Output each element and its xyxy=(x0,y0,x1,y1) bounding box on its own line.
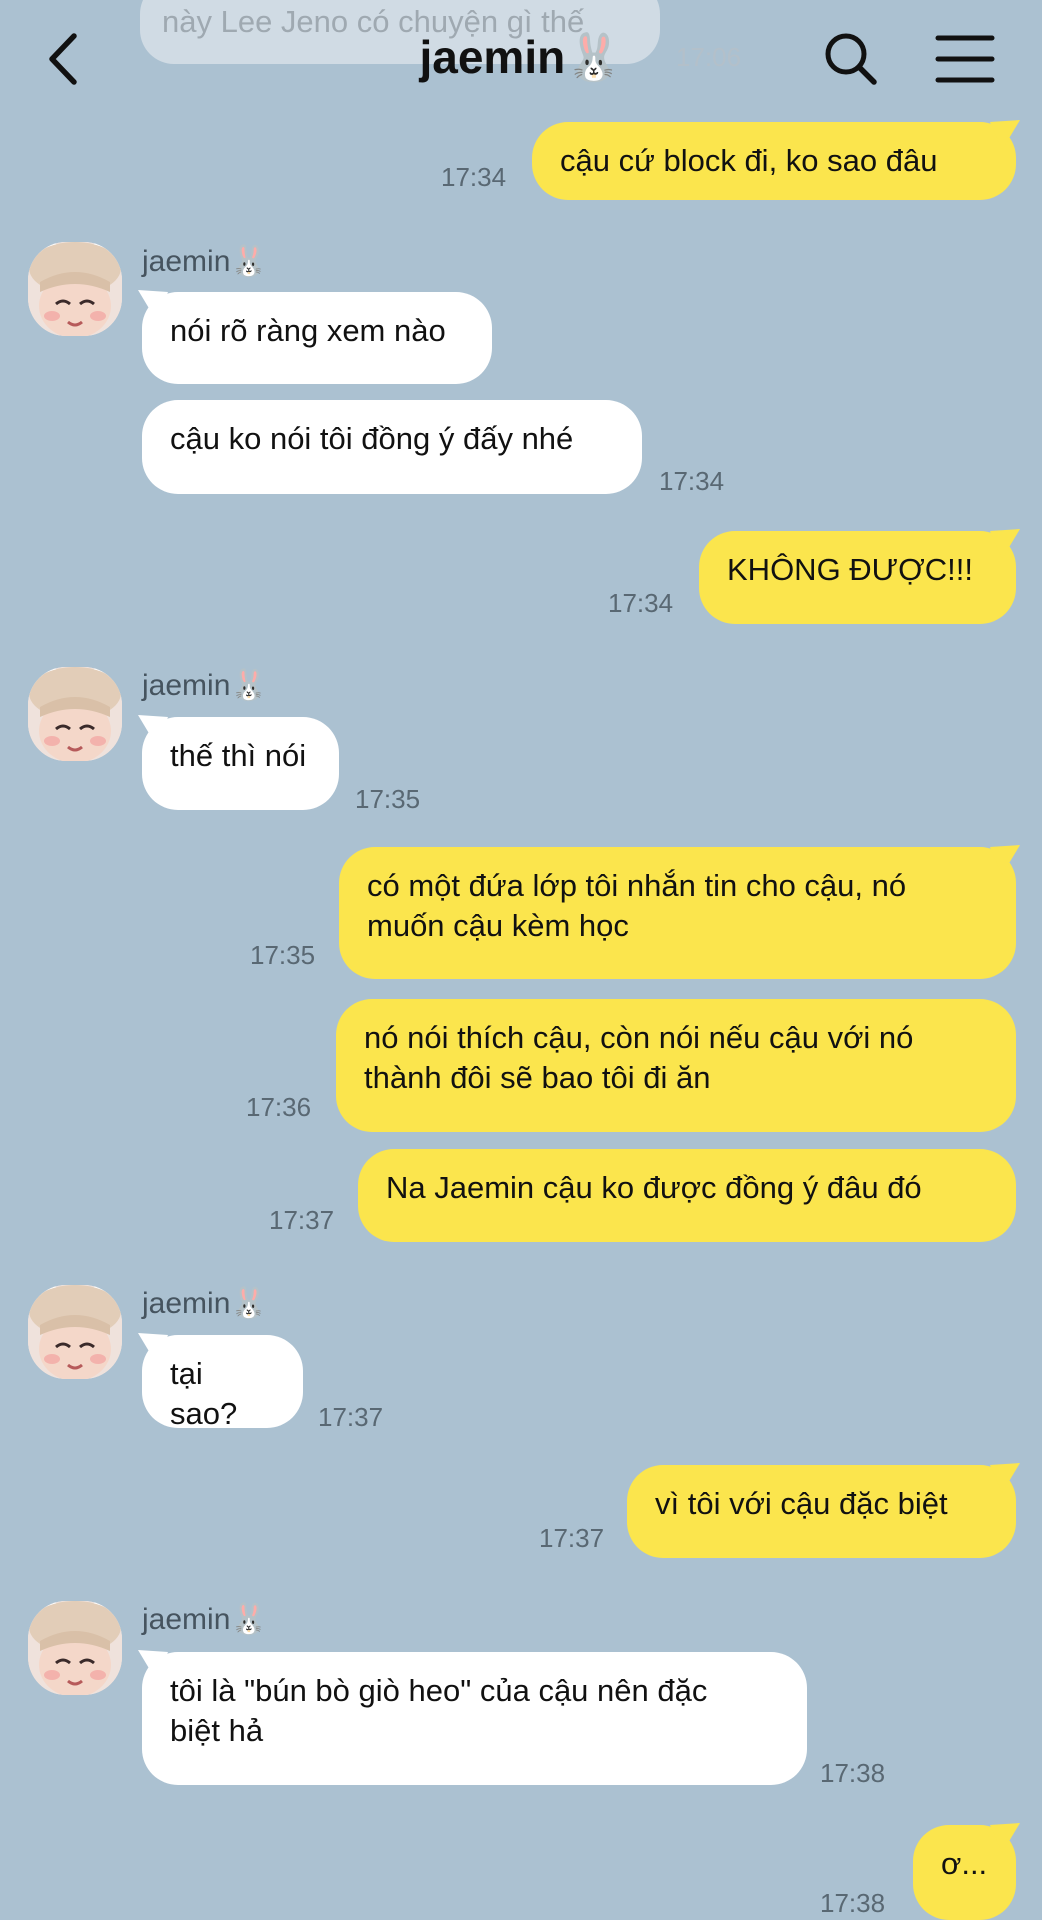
bubble-tail xyxy=(990,120,1020,150)
bubble-tail xyxy=(138,1650,168,1680)
bubble-tail xyxy=(990,1823,1020,1853)
bubble-tail xyxy=(990,529,1020,559)
outgoing-message-bubble[interactable]: nó nói thích cậu, còn nói nếu cậu với nó… xyxy=(336,999,1016,1132)
outgoing-message-bubble[interactable]: KHÔNG ĐƯỢC!!! xyxy=(699,531,1016,624)
sender-avatar[interactable] xyxy=(28,1285,122,1379)
message-timestamp: 17:34 xyxy=(441,162,507,192)
bubble-tail xyxy=(138,290,168,320)
sender-name: jaemin🐰 xyxy=(142,245,268,278)
incoming-message-bubble[interactable]: thế thì nói xyxy=(142,717,339,810)
sender-avatar[interactable] xyxy=(28,242,122,336)
bubble-tail xyxy=(138,715,168,745)
chat-area[interactable]: này Lee Jeno có chuyện gì thế 17:06 cậu … xyxy=(0,0,1042,1920)
top-bar: jaemin🐰 xyxy=(0,0,1042,118)
message-timestamp: 17:34 xyxy=(608,588,674,618)
chat-title: jaemin🐰 xyxy=(419,31,623,83)
message-timestamp: 17:37 xyxy=(539,1523,605,1553)
sender-name: jaemin🐰 xyxy=(142,669,268,702)
message-timestamp: 17:38 xyxy=(820,1758,886,1788)
sender-name: jaemin🐰 xyxy=(142,1603,268,1636)
message-timestamp: 17:38 xyxy=(820,1888,886,1918)
outgoing-message-bubble[interactable]: Na Jaemin cậu ko được đồng ý đâu đó xyxy=(358,1149,1016,1242)
hamburger-menu-icon xyxy=(935,35,995,83)
incoming-message-bubble[interactable]: cậu ko nói tôi đồng ý đấy nhé xyxy=(142,400,642,494)
outgoing-message-bubble[interactable]: cậu cứ block đi, ko sao đâu xyxy=(532,122,1016,200)
message-timestamp: 17:37 xyxy=(269,1205,335,1235)
message-timestamp: 17:34 xyxy=(659,466,725,496)
sender-name: jaemin🐰 xyxy=(142,1287,268,1320)
search-button[interactable] xyxy=(820,28,882,90)
search-icon xyxy=(825,33,877,85)
outgoing-message-bubble[interactable]: có một đứa lớp tôi nhắn tin cho cậu, nó … xyxy=(339,847,1016,979)
bubble-tail xyxy=(990,845,1020,875)
incoming-message-bubble[interactable]: nói rõ ràng xem nào xyxy=(142,292,492,384)
message-timestamp: 17:35 xyxy=(355,784,421,814)
menu-button[interactable] xyxy=(934,28,996,90)
message-timestamp: 17:35 xyxy=(250,940,316,970)
bubble-tail xyxy=(138,1333,168,1363)
sender-avatar[interactable] xyxy=(28,1601,122,1695)
incoming-message-bubble[interactable]: tôi là "bún bò giò heo" của cậu nên đặc … xyxy=(142,1652,807,1785)
message-timestamp: 17:36 xyxy=(246,1092,312,1122)
sender-avatar[interactable] xyxy=(28,667,122,761)
message-timestamp: 17:37 xyxy=(318,1402,384,1432)
outgoing-message-bubble[interactable]: vì tôi với cậu đặc biệt xyxy=(627,1465,1016,1558)
bubble-tail xyxy=(990,1463,1020,1493)
